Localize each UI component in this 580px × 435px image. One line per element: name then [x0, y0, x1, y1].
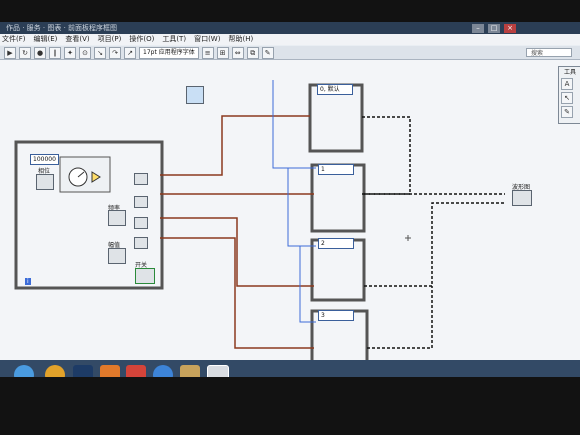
reorder-icon[interactable]: ⧉: [246, 46, 259, 59]
monitor-frame: 作品 · 服务 · 图表 · 前面板程序框图 – □ × 文件(F) 编辑(E)…: [0, 0, 580, 435]
media-icon[interactable]: [126, 365, 146, 377]
wire-orange-3: [160, 217, 314, 287]
case-selector-1[interactable]: 1: [318, 164, 354, 175]
menu-help[interactable]: 帮助(H): [228, 34, 253, 45]
labview-icon[interactable]: [207, 365, 229, 377]
highlight-icon[interactable]: ✦: [64, 46, 76, 59]
case-selector-3[interactable]: 3: [318, 310, 354, 321]
bundle-node-4[interactable]: [134, 237, 148, 249]
start-button[interactable]: [14, 365, 34, 377]
menu-edit[interactable]: 编辑(E): [34, 34, 58, 45]
menu-file[interactable]: 文件(F): [2, 34, 26, 45]
close-button[interactable]: ×: [504, 23, 516, 33]
step-out-icon[interactable]: ↗: [124, 46, 136, 59]
folder-icon[interactable]: [180, 365, 200, 377]
auto-tool-icon[interactable]: A: [561, 78, 573, 90]
menu-view[interactable]: 查看(V): [65, 34, 89, 45]
abort-icon[interactable]: ●: [34, 46, 46, 59]
tools-title: 工具: [563, 69, 576, 76]
chrome-icon[interactable]: [45, 365, 65, 377]
wire-tool-icon[interactable]: ✎: [561, 106, 573, 118]
screen: 作品 · 服务 · 图表 · 前面板程序框图 – □ × 文件(F) 编辑(E)…: [0, 22, 580, 377]
window-titlebar: 作品 · 服务 · 图表 · 前面板程序框图 – □ ×: [0, 22, 580, 34]
case-structure-2: [310, 238, 366, 302]
distribute-icon[interactable]: ⊞: [216, 46, 229, 59]
tools-palette: 工具 A ↖ ✎: [558, 66, 580, 124]
font-select[interactable]: 17pt 应用程序字体: [139, 46, 199, 59]
pause-icon[interactable]: ∥: [49, 46, 61, 59]
search-input[interactable]: 搜索: [526, 48, 572, 57]
wire-orange-1: [160, 115, 310, 176]
menu-tools[interactable]: 工具(T): [162, 34, 186, 45]
step-into-icon[interactable]: ↘: [94, 46, 106, 59]
bundle-node-1[interactable]: [134, 173, 148, 185]
numeric-constant[interactable]: 100000: [30, 154, 59, 165]
case-selector-2[interactable]: 2: [318, 238, 354, 249]
amp-control[interactable]: [108, 248, 126, 264]
phase-control[interactable]: [36, 174, 54, 190]
menu-bar: 文件(F) 编辑(E) 查看(V) 项目(P) 操作(O) 工具(T) 窗口(W…: [0, 34, 580, 45]
bundle-node-2[interactable]: [134, 196, 148, 208]
graph-icon[interactable]: [186, 86, 204, 104]
step-over-icon[interactable]: ↷: [109, 46, 121, 59]
cleanup-icon[interactable]: ✎: [261, 46, 274, 59]
switch-control[interactable]: [135, 268, 155, 284]
case-selector-0[interactable]: 0, 默认: [317, 84, 353, 95]
taskbar: [0, 360, 580, 377]
resize-icon[interactable]: ⇔: [231, 46, 244, 59]
window-title: 作品 · 服务 · 图表 · 前面板程序框图: [6, 24, 118, 32]
photoshop-icon[interactable]: [73, 365, 93, 377]
menu-window[interactable]: 窗口(W): [194, 34, 220, 45]
wire-dash-4: [367, 286, 433, 349]
retain-wire-icon[interactable]: ⊙: [79, 46, 91, 59]
ie-icon[interactable]: [153, 365, 173, 377]
run-arrow-icon[interactable]: ▶: [4, 46, 16, 59]
office-icon[interactable]: [100, 365, 120, 377]
waveform-graph-terminal[interactable]: [512, 190, 532, 206]
wiring-svg: [14, 80, 505, 365]
wire-dash-1: [362, 116, 411, 195]
run-continuous-icon[interactable]: ↻: [19, 46, 31, 59]
pointer-tool-icon[interactable]: ↖: [561, 92, 573, 104]
toolbar: ▶ ↻ ● ∥ ✦ ⊙ ↘ ↷ ↗ 17pt 应用程序字体 ≡ ⊞ ⇔ ⧉ ✎: [0, 46, 580, 60]
align-icon[interactable]: ≡: [201, 46, 214, 59]
menu-project[interactable]: 项目(P): [98, 34, 122, 45]
maximize-button[interactable]: □: [488, 23, 500, 33]
menu-operate[interactable]: 操作(O): [129, 34, 154, 45]
block-diagram-canvas[interactable]: 100000 相位 频率 幅值 开关 i 0, 默认 1 2 3 波形图: [0, 60, 580, 365]
wire-dash-3: [364, 202, 505, 287]
minimize-button[interactable]: –: [472, 23, 484, 33]
bundle-node-3[interactable]: [134, 217, 148, 229]
window-controls: – □ ×: [472, 22, 516, 34]
loop-index: i: [25, 278, 31, 285]
freq-control[interactable]: [108, 210, 126, 226]
